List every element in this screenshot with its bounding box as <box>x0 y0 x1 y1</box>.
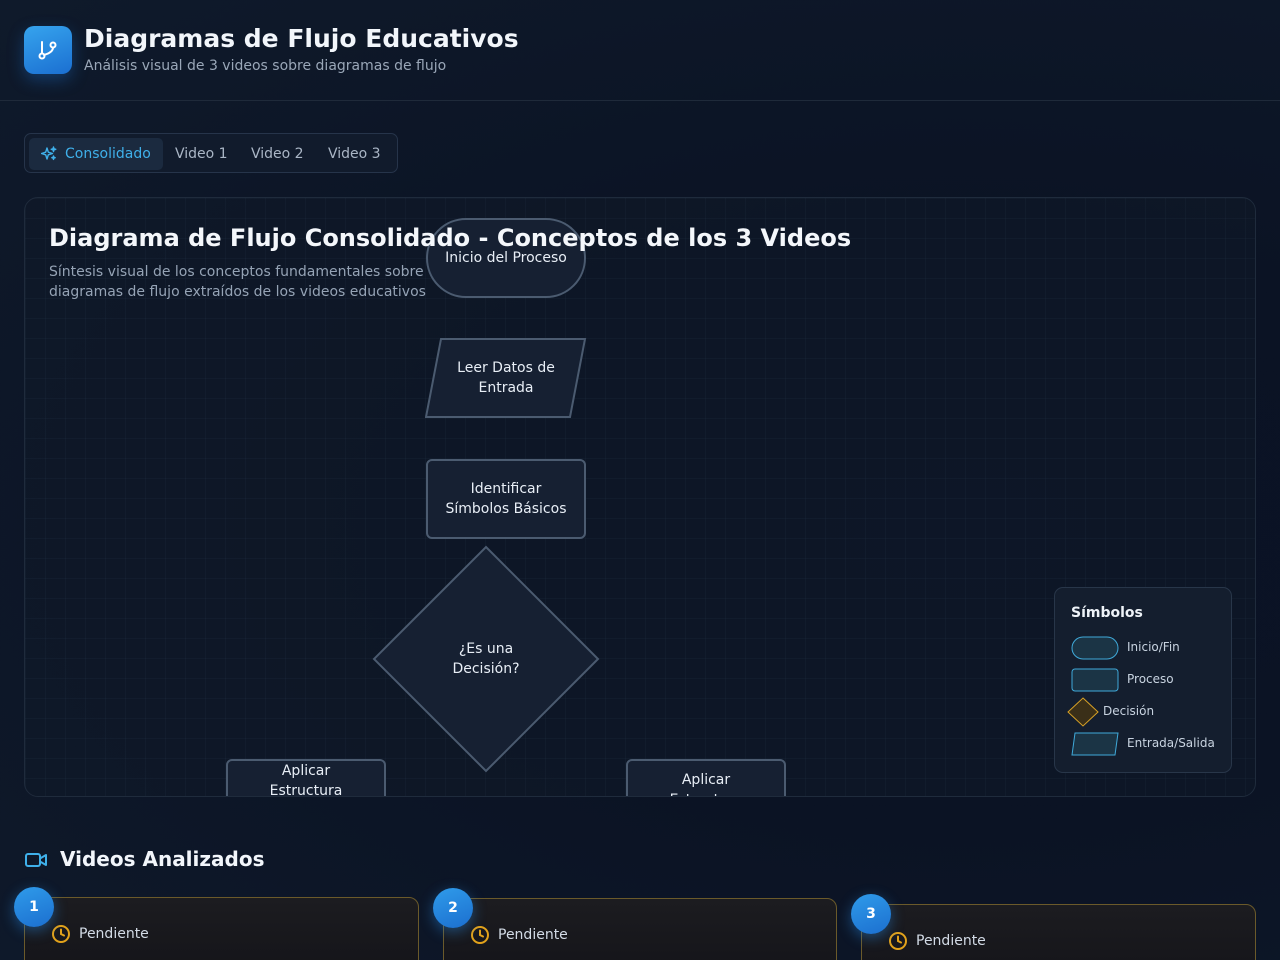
legend-item-decision: Decisión <box>1067 697 1231 727</box>
status-badge: Pendiente <box>51 924 149 944</box>
clock-icon <box>889 932 907 950</box>
flow-node-right-branch[interactable]: Aplicar Estructura <box>626 759 786 796</box>
status-label: Pendiente <box>79 926 149 942</box>
legend-label: Proceso <box>1127 672 1174 686</box>
video-number-badge: 3 <box>851 894 891 934</box>
app-subtitle: Análisis visual de 3 videos sobre diagra… <box>84 58 447 74</box>
tab-video-3[interactable]: Video 3 <box>324 138 394 170</box>
video-card-1[interactable]: Pendiente <box>24 897 419 960</box>
tab-label: Video 2 <box>251 146 304 162</box>
tab-label: Video 1 <box>175 146 228 162</box>
flow-node-label: Aplicar Estructura <box>670 772 743 796</box>
legend-item-process: Proceso <box>1071 668 1231 692</box>
legend-title: Símbolos <box>1071 605 1143 621</box>
status-label: Pendiente <box>916 933 986 949</box>
diagram-description: Síntesis visual de los conceptos fundame… <box>49 264 426 300</box>
section-title: Videos Analizados <box>60 847 265 871</box>
tab-label: Video 3 <box>328 146 381 162</box>
git-branch-icon <box>24 26 72 74</box>
app-header: Diagramas de Flujo Educativos Análisis v… <box>0 0 1280 101</box>
tab-label: Consolidado <box>65 146 151 162</box>
flowchart-card: Diagrama de Flujo Consolidado - Concepto… <box>24 197 1256 797</box>
legend-item-input-output: Entrada/Salida <box>1071 732 1231 756</box>
rectangle-shape-icon <box>1071 668 1119 692</box>
status-badge: Pendiente <box>888 931 986 951</box>
symbols-legend: Símbolos Inicio/Fin Proceso Decisión Ent… <box>1054 587 1232 773</box>
parallelogram-shape-icon <box>1071 732 1119 756</box>
video-number-badge: 2 <box>433 888 473 928</box>
view-tabs: Consolidado Video 1 Video 2 Video 3 <box>24 133 398 173</box>
flow-node-left-branch[interactable]: Aplicar Estructura <box>226 759 386 797</box>
flow-node-label: Identificar Símbolos Básicos <box>445 481 567 517</box>
flow-node-label: Leer Datos de Entrada <box>457 360 555 396</box>
clock-icon <box>52 925 70 943</box>
sparkles-icon <box>41 146 57 162</box>
video-number-badge: 1 <box>14 887 54 927</box>
flow-node-label: Aplicar Estructura <box>269 763 343 797</box>
clock-icon <box>471 926 489 944</box>
tab-video-1[interactable]: Video 1 <box>171 138 239 170</box>
flow-node-label: ¿Es una Decisión? <box>452 641 520 677</box>
pill-shape-icon <box>1071 636 1119 660</box>
app-title: Diagramas de Flujo Educativos <box>84 24 519 53</box>
legend-item-start-end: Inicio/Fin <box>1071 636 1231 660</box>
tab-video-2[interactable]: Video 2 <box>247 138 317 170</box>
video-card-2[interactable]: Pendiente <box>443 898 837 960</box>
tab-consolidado[interactable]: Consolidado <box>29 138 163 170</box>
legend-label: Decisión <box>1103 704 1155 718</box>
diamond-shape-icon <box>1067 697 1099 727</box>
video-card-3[interactable]: Pendiente <box>861 904 1256 960</box>
legend-label: Entrada/Salida <box>1127 736 1215 750</box>
status-badge: Pendiente <box>470 925 568 945</box>
flow-node-identify[interactable]: Identificar Símbolos Básicos <box>426 459 586 539</box>
video-camera-icon <box>24 849 48 875</box>
diagram-title: Diagrama de Flujo Consolidado - Concepto… <box>49 224 852 252</box>
legend-label: Inicio/Fin <box>1127 640 1180 654</box>
status-label: Pendiente <box>498 927 568 943</box>
